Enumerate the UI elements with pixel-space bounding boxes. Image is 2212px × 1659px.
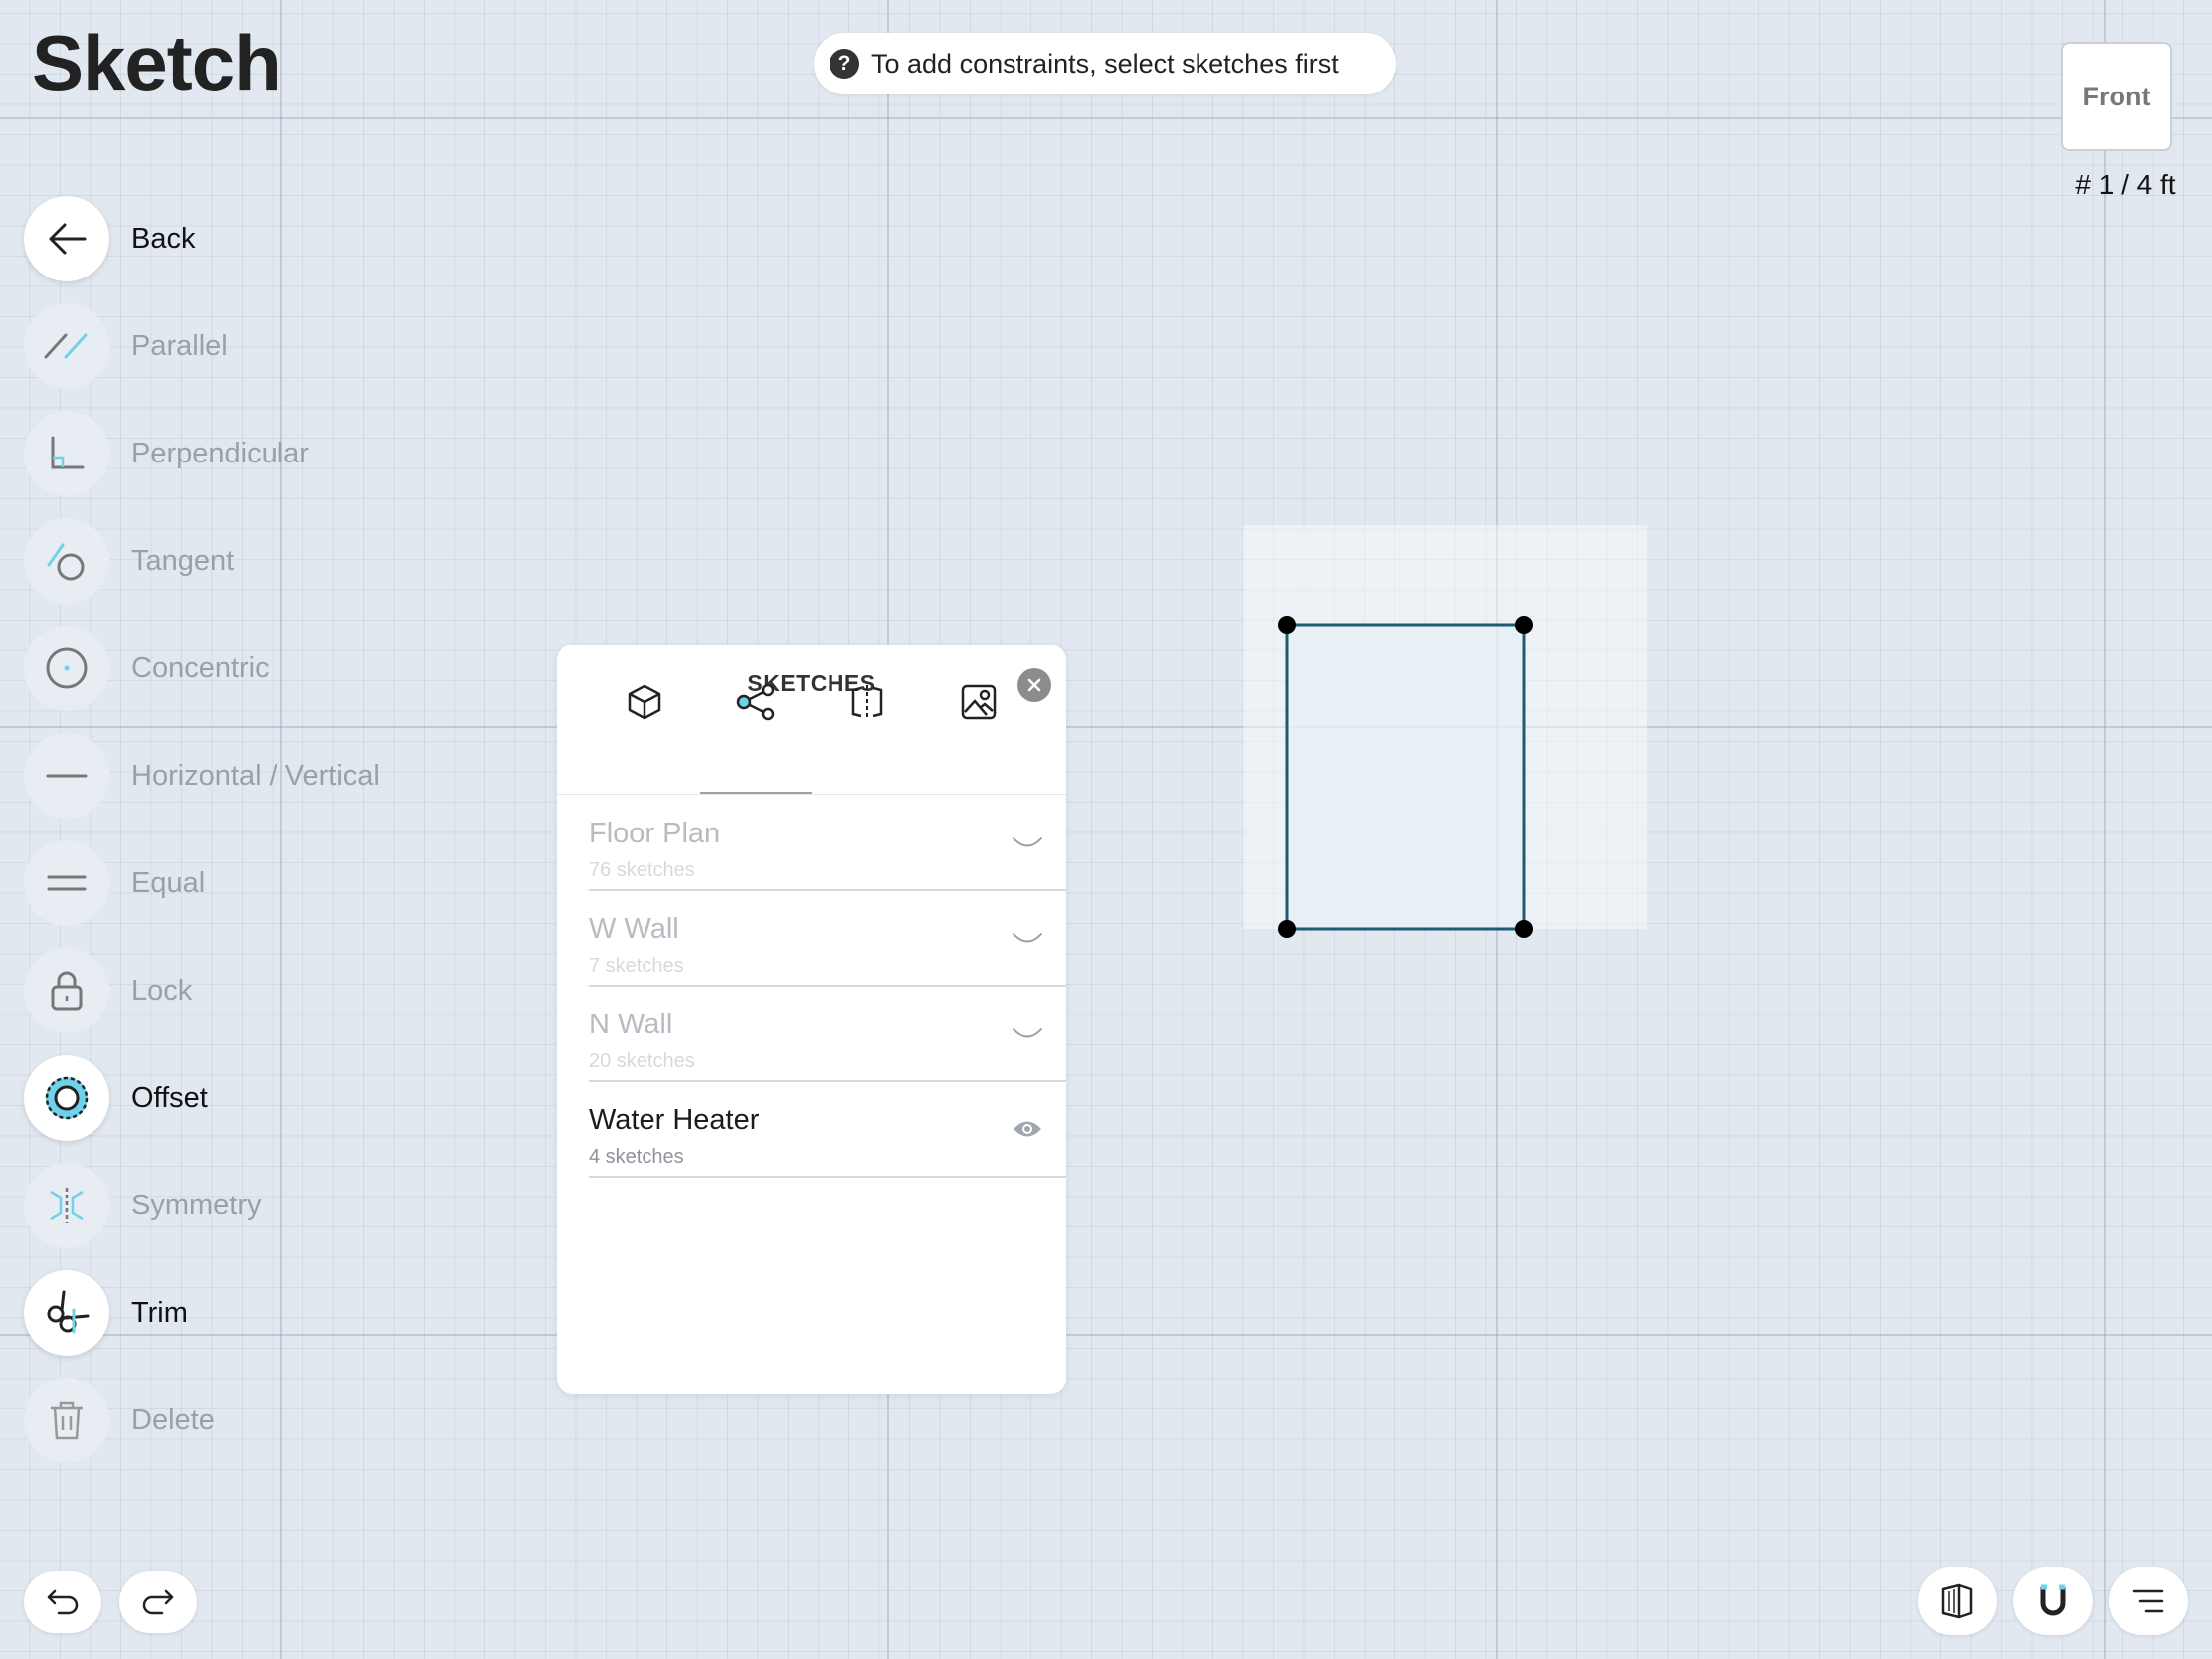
cube-icon	[628, 684, 661, 720]
eye-icon[interactable]	[1011, 1112, 1044, 1146]
tab-mirror[interactable]	[812, 645, 923, 760]
list-item[interactable]: W Wall 7 sketches	[589, 891, 1066, 987]
sketch-group-name: Water Heater	[589, 1104, 760, 1136]
sketches-panel: SKETCHES Floor Plan 76 sketches W Wall 7…	[557, 645, 1066, 1394]
eye-closed-icon[interactable]	[1011, 826, 1044, 859]
sketch-group-name: N Wall	[589, 1009, 673, 1040]
undo-icon	[47, 1589, 79, 1615]
magnet-icon	[2040, 1584, 2066, 1616]
list-item[interactable]: Floor Plan 76 sketches	[589, 796, 1066, 891]
sketch-count: 76 sketches	[589, 859, 695, 881]
tab-sketches[interactable]	[700, 645, 812, 760]
vertex-handle[interactable]	[1515, 616, 1533, 634]
redo-icon	[142, 1589, 174, 1615]
menu-icon	[2132, 1589, 2164, 1613]
sketch-group-name: Floor Plan	[589, 818, 721, 849]
vertex-handle[interactable]	[1278, 920, 1296, 938]
wall-panels-icon	[1941, 1583, 1973, 1619]
divider	[557, 794, 1066, 795]
tab-images[interactable]	[923, 645, 1034, 760]
image-icon	[961, 684, 997, 720]
menu-button[interactable]	[2109, 1567, 2188, 1635]
list-item[interactable]: N Wall 20 sketches	[589, 987, 1066, 1082]
sketch-count: 4 sketches	[589, 1146, 684, 1168]
redo-button[interactable]	[119, 1571, 197, 1633]
nodes-icon	[736, 683, 775, 721]
eye-closed-icon[interactable]	[1011, 1016, 1044, 1050]
vertex-handle[interactable]	[1515, 920, 1533, 938]
eye-closed-icon[interactable]	[1011, 921, 1044, 955]
sketch-count: 7 sketches	[589, 955, 684, 977]
undo-button[interactable]	[24, 1571, 101, 1633]
tab-models[interactable]	[589, 645, 700, 760]
mirror-icon	[851, 685, 883, 719]
layers-button[interactable]	[1918, 1567, 1997, 1635]
sketch-group-name: W Wall	[589, 913, 679, 945]
snap-button[interactable]	[2013, 1567, 2093, 1635]
vertex-handle[interactable]	[1278, 616, 1296, 634]
sketch-count: 20 sketches	[589, 1050, 695, 1072]
sketch-rectangle[interactable]	[0, 0, 2212, 1659]
list-item[interactable]: Water Heater 4 sketches	[589, 1082, 1066, 1178]
